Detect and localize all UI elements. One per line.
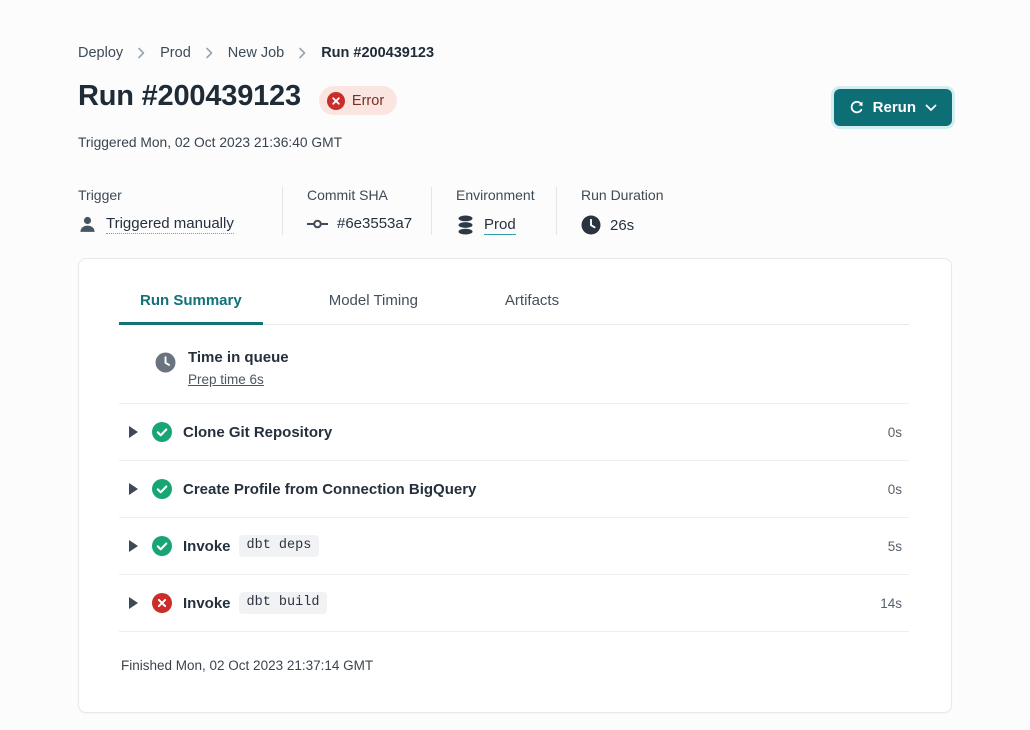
run-summary-card: Run Summary Model Timing Artifacts Time … — [78, 258, 952, 713]
tab-artifacts[interactable]: Artifacts — [484, 292, 580, 324]
tab-run-summary[interactable]: Run Summary — [119, 292, 263, 325]
step-label: Create Profile from Connection BigQuery — [183, 481, 476, 498]
queue-title: Time in queue — [188, 349, 289, 366]
tab-bar: Run Summary Model Timing Artifacts — [119, 292, 909, 325]
meta-commit-label: Commit SHA — [307, 187, 407, 203]
step-row-dbt-build[interactable]: Invoke dbt build 14s — [119, 575, 909, 632]
environment-link[interactable]: Prod — [484, 216, 516, 235]
step-duration: 5s — [888, 539, 909, 554]
rerun-button[interactable]: Rerun — [834, 89, 952, 126]
triggered-timestamp: Triggered Mon, 02 Oct 2023 21:36:40 GMT — [78, 135, 952, 150]
commit-sha-value: #6e3553a7 — [337, 215, 412, 232]
person-icon — [78, 215, 97, 234]
trigger-value[interactable]: Triggered manually — [106, 215, 234, 234]
command-chip: dbt deps — [239, 535, 320, 557]
meta-duration-label: Run Duration — [581, 187, 664, 203]
rerun-button-label: Rerun — [873, 99, 916, 116]
finished-timestamp: Finished Mon, 02 Oct 2023 21:37:14 GMT — [119, 632, 909, 673]
success-icon — [152, 422, 172, 442]
breadcrumb-current-run: Run #200439123 — [321, 45, 434, 61]
chevron-right-icon — [205, 47, 214, 59]
expand-caret-icon[interactable] — [129, 540, 138, 552]
prep-time-link[interactable]: Prep time 6s — [188, 372, 289, 387]
time-in-queue-row: Time in queue Prep time 6s — [119, 325, 909, 404]
meta-environment-label: Environment — [456, 187, 532, 203]
step-label: Clone Git Repository — [183, 424, 332, 441]
success-icon — [152, 536, 172, 556]
page-title: Run #200439123 — [78, 80, 301, 113]
meta-trigger: Trigger Triggered manually — [78, 187, 283, 235]
breadcrumb-deploy[interactable]: Deploy — [78, 45, 123, 61]
step-row-clone-git[interactable]: Clone Git Repository 0s — [119, 404, 909, 461]
error-icon — [152, 593, 172, 613]
step-row-dbt-deps[interactable]: Invoke dbt deps 5s — [119, 518, 909, 575]
expand-caret-icon[interactable] — [129, 426, 138, 438]
run-duration-value: 26s — [610, 217, 634, 234]
meta-run-duration: Run Duration 26s — [557, 187, 688, 235]
breadcrumb-prod[interactable]: Prod — [160, 45, 191, 61]
clock-icon — [155, 352, 176, 373]
chevron-right-icon — [137, 47, 146, 59]
step-label: Invoke — [183, 538, 231, 555]
expand-caret-icon[interactable] — [129, 483, 138, 495]
clock-icon — [581, 215, 601, 235]
error-icon — [327, 92, 345, 110]
step-label: Invoke — [183, 595, 231, 612]
step-duration: 14s — [880, 596, 909, 611]
header: Run #200439123 Error Rerun — [78, 80, 952, 126]
tab-model-timing[interactable]: Model Timing — [308, 292, 439, 324]
meta-commit-sha: Commit SHA #6e3553a7 — [283, 187, 432, 235]
status-badge: Error — [319, 86, 397, 115]
success-icon — [152, 479, 172, 499]
meta-trigger-label: Trigger — [78, 187, 258, 203]
refresh-icon — [849, 100, 864, 115]
step-row-create-profile[interactable]: Create Profile from Connection BigQuery … — [119, 461, 909, 518]
meta-environment: Environment Prod — [432, 187, 557, 235]
expand-caret-icon[interactable] — [129, 597, 138, 609]
command-chip: dbt build — [239, 592, 328, 614]
run-metadata: Trigger Triggered manually Commit SHA #6… — [78, 187, 952, 235]
status-badge-label: Error — [352, 93, 384, 109]
step-duration: 0s — [888, 425, 909, 440]
breadcrumb-new-job[interactable]: New Job — [228, 45, 284, 61]
run-detail-page: Deploy Prod New Job Run #200439123 Run #… — [0, 0, 1030, 730]
database-icon — [456, 215, 475, 235]
step-duration: 0s — [888, 482, 909, 497]
breadcrumb: Deploy Prod New Job Run #200439123 — [78, 0, 952, 61]
chevron-down-icon — [925, 104, 937, 112]
chevron-right-icon — [298, 47, 307, 59]
commit-icon — [307, 217, 328, 231]
